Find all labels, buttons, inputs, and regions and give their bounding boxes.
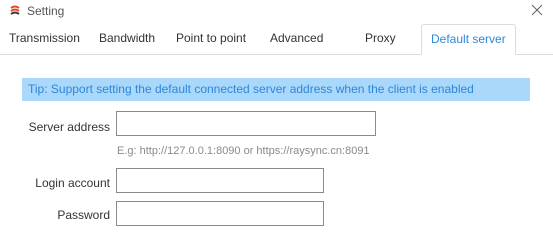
title-bar: Setting	[0, 0, 553, 22]
password-label: Password	[57, 208, 110, 222]
tab-advanced[interactable]: Advanced	[270, 31, 323, 45]
login-account-label: Login account	[35, 176, 110, 190]
tab-default-server[interactable]: Default server	[421, 24, 516, 55]
settings-tab-bar: Transmission Bandwidth Point to point Ad…	[0, 24, 553, 55]
tab-proxy[interactable]: Proxy	[365, 31, 396, 45]
tab-point-to-point[interactable]: Point to point	[176, 31, 246, 45]
login-account-input[interactable]	[116, 168, 324, 193]
close-icon[interactable]	[529, 2, 545, 18]
password-input[interactable]	[116, 201, 324, 226]
tab-bandwidth[interactable]: Bandwidth	[99, 31, 155, 45]
tab-transmission[interactable]: Transmission	[9, 31, 80, 45]
tip-banner: Tip: Support setting the default connect…	[22, 78, 530, 101]
server-address-label: Server address	[28, 120, 110, 134]
server-address-hint: E.g: http://127.0.0.1:8090 or https://ra…	[117, 145, 370, 157]
default-server-panel: Tip: Support setting the default connect…	[0, 56, 553, 244]
server-address-input[interactable]	[116, 111, 376, 136]
window-title: Setting	[27, 4, 65, 18]
raysync-logo-icon	[10, 5, 20, 15]
